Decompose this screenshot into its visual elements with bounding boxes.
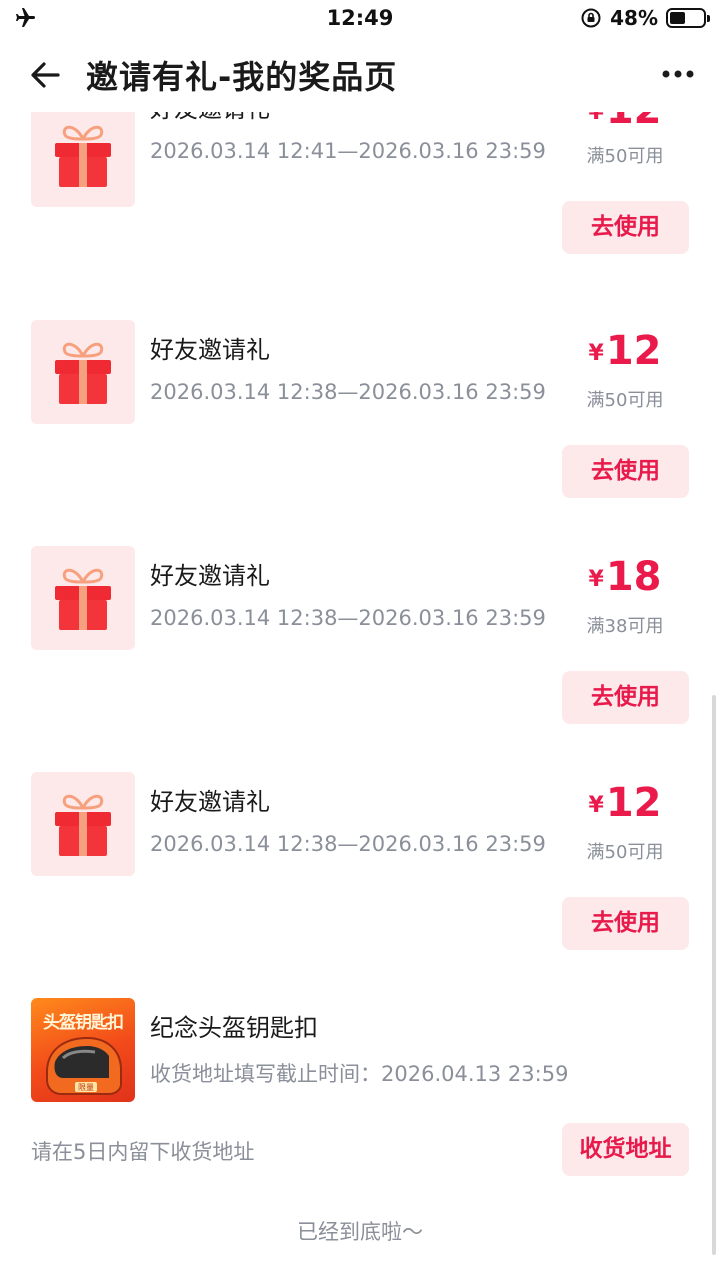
coupon-period: 2026.03.14 12:41—2026.03.16 23:59	[150, 139, 546, 163]
coupon-condition: 满50可用	[586, 842, 664, 863]
coupon-value: 12	[606, 112, 662, 133]
currency-symbol: ¥	[588, 567, 604, 592]
coupon-card: 好友邀请礼 2026.03.14 12:38—2026.03.16 23:59 …	[0, 772, 720, 972]
battery-icon	[666, 8, 710, 28]
coupon-amount: ¥12	[560, 780, 690, 826]
coupon-amount: ¥18	[560, 554, 690, 600]
coupon-condition: 满38可用	[586, 616, 664, 637]
status-bar: 12:49 48%	[0, 0, 720, 38]
coupon-period: 2026.03.14 12:38—2026.03.16 23:59	[150, 606, 546, 630]
use-coupon-button[interactable]: 去使用	[562, 897, 689, 950]
physical-prize-card: 头盔钥匙扣 限量 纪念头盔钥匙扣 收货地址填写截止时间：2026.04.13 2…	[0, 998, 720, 1198]
use-coupon-button[interactable]: 去使用	[562, 671, 689, 724]
page-title: 邀请有礼-我的奖品页	[86, 58, 398, 96]
coupon-period: 2026.03.14 12:38—2026.03.16 23:59	[150, 832, 546, 856]
coupon-amount: ¥12	[560, 112, 690, 133]
gift-icon	[55, 125, 111, 187]
prize-name: 纪念头盔钥匙扣	[150, 1014, 318, 1042]
limited-badge: 限量	[78, 1083, 94, 1092]
nav-bar: 邀请有礼-我的奖品页	[0, 38, 720, 112]
use-coupon-button[interactable]: 去使用	[562, 201, 689, 254]
coupon-name: 好友邀请礼	[150, 112, 270, 124]
address-hint: 请在5日内留下收货地址	[31, 1140, 255, 1164]
coupon-value: 18	[605, 554, 662, 600]
coupon-name: 好友邀请礼	[150, 562, 270, 590]
coupon-name: 好友邀请礼	[150, 336, 270, 364]
coupon-period: 2026.03.14 12:38—2026.03.16 23:59	[150, 380, 546, 404]
address-deadline: 收货地址填写截止时间：2026.04.13 23:59	[150, 1062, 569, 1086]
helmet-keychain-thumbnail: 头盔钥匙扣 限量	[31, 998, 135, 1102]
gift-icon	[55, 342, 111, 404]
gift-thumbnail	[31, 546, 135, 650]
gift-icon	[55, 568, 111, 630]
currency-symbol: ¥	[588, 793, 604, 818]
prize-list[interactable]: 好友邀请礼 2026.03.14 12:41—2026.03.16 23:59 …	[0, 112, 720, 1280]
coupon-value: 12	[605, 780, 662, 826]
coupon-name: 好友邀请礼	[150, 788, 270, 816]
rotation-lock-icon	[581, 8, 601, 28]
end-of-list-text: 已经到底啦～	[297, 1220, 423, 1244]
back-arrow-icon[interactable]	[26, 56, 64, 94]
coupon-condition: 满50可用	[586, 390, 664, 411]
coupon-value: 12	[605, 328, 662, 374]
coupon-card: 好友邀请礼 2026.03.14 12:41—2026.03.16 23:59 …	[0, 112, 720, 294]
gift-icon	[55, 794, 111, 856]
more-options-icon[interactable]	[658, 60, 698, 88]
gift-thumbnail	[31, 772, 135, 876]
thumbnail-text: 头盔钥匙扣	[43, 1013, 124, 1033]
currency-symbol: ¥	[588, 341, 604, 366]
helmet-icon: 限量	[46, 1036, 122, 1095]
coupon-condition: 满50可用	[586, 146, 664, 167]
scrollbar[interactable]	[712, 695, 716, 1255]
use-coupon-button[interactable]: 去使用	[562, 445, 689, 498]
gift-thumbnail	[31, 320, 135, 424]
gift-thumbnail	[31, 112, 135, 207]
battery-percent: 48%	[610, 6, 658, 30]
coupon-card: 好友邀请礼 2026.03.14 12:38—2026.03.16 23:59 …	[0, 546, 720, 746]
coupon-amount: ¥12	[560, 328, 690, 374]
shipping-address-button[interactable]: 收货地址	[562, 1123, 689, 1176]
coupon-card: 好友邀请礼 2026.03.14 12:38—2026.03.16 23:59 …	[0, 320, 720, 520]
currency-symbol: ¥	[588, 112, 604, 125]
